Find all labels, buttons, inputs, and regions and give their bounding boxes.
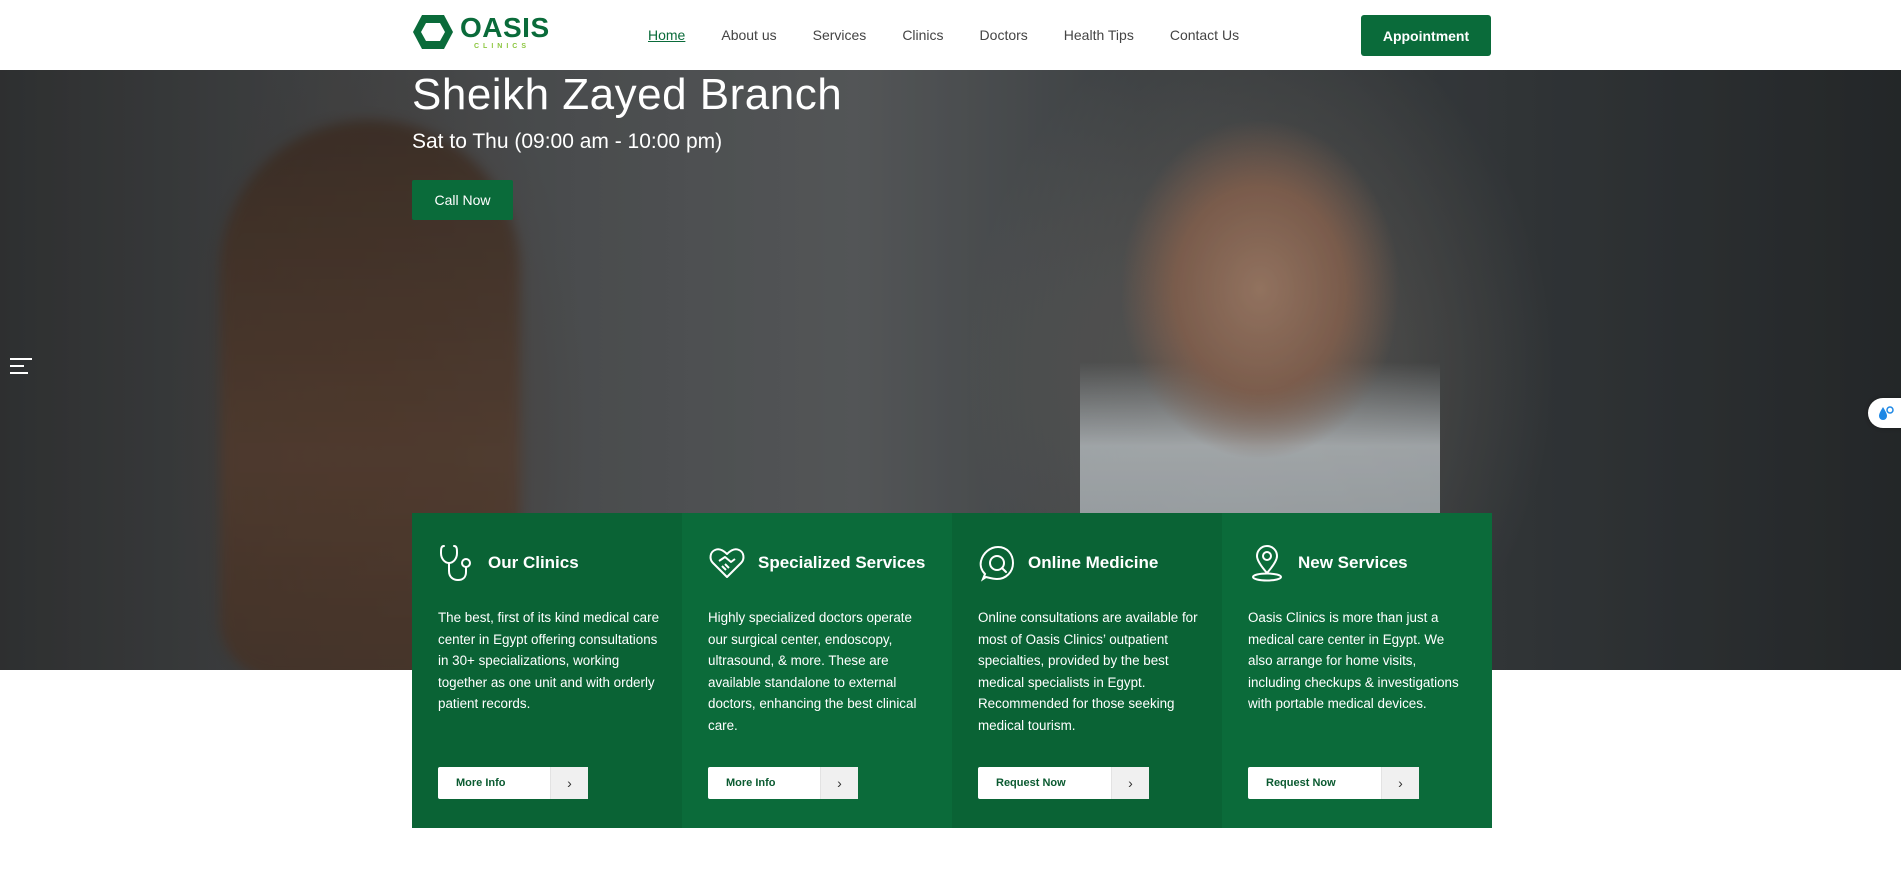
request-now-button[interactable]: Request Now › [978,767,1149,799]
card-new-services: New Services Oasis Clinics is more than … [1222,513,1492,828]
more-info-button[interactable]: More Info › [708,767,858,799]
card-description: Highly specialized doctors operate our s… [708,610,917,733]
nav-services[interactable]: Services [813,27,867,43]
nav-contact-us[interactable]: Contact Us [1170,27,1239,43]
nav-doctors[interactable]: Doctors [980,27,1028,43]
chevron-right-icon: › [1381,767,1419,799]
more-info-button[interactable]: More Info › [438,767,588,799]
button-label: Request Now [996,777,1066,789]
site-header: OASIS CLINICS Home About us Services Cli… [0,0,1901,70]
chevron-right-icon: › [550,767,588,799]
main-nav: Home About us Services Clinics Doctors H… [648,0,1275,70]
card-description: Online consultations are available for m… [978,610,1198,733]
nav-about-us[interactable]: About us [721,27,776,43]
card-description: The best, first of its kind medical care… [438,610,660,711]
chevron-right-icon: › [820,767,858,799]
side-menu-toggle[interactable] [10,358,34,380]
nav-health-tips[interactable]: Health Tips [1064,27,1134,43]
online-medicine-icon [979,545,1015,582]
card-title: New Services [1298,553,1408,572]
hexagon-logo-icon [413,15,453,49]
button-label: More Info [456,777,506,789]
nav-home[interactable]: Home [648,27,685,43]
logo-wordmark: OASIS [460,12,550,43]
request-now-button[interactable]: Request Now › [1248,767,1419,799]
button-label: More Info [726,777,776,789]
card-specialized-services: Specialized Services Highly specialized … [682,513,952,828]
hero-hours: Sat to Thu (09:00 am - 10:00 pm) [412,130,723,153]
card-our-clinics: Our Clinics The best, first of its kind … [412,513,682,828]
accessibility-widget[interactable] [1868,398,1901,428]
appointment-button[interactable]: Appointment [1361,15,1491,56]
chevron-right-icon: › [1111,767,1149,799]
logo[interactable]: OASIS CLINICS [412,12,550,52]
heart-handshake-icon [709,548,745,578]
card-title: Specialized Services [758,553,926,572]
logo-subtitle: CLINICS [474,43,530,50]
card-online-medicine: Online Medicine Online consultations are… [952,513,1222,828]
stethoscope-icon [439,545,471,582]
location-pin-icon [1252,545,1282,582]
hero-title: Sheikh Zayed Branch [412,70,843,119]
nav-clinics[interactable]: Clinics [902,27,943,43]
card-title: Online Medicine [1028,553,1159,572]
button-label: Request Now [1266,777,1336,789]
card-description: Oasis Clinics is more than just a medica… [1248,610,1459,711]
accessibility-drop-icon [1879,406,1894,420]
card-title: Our Clinics [488,553,579,572]
call-now-button[interactable]: Call Now [412,180,513,220]
service-cards: Our Clinics The best, first of its kind … [412,513,1492,828]
